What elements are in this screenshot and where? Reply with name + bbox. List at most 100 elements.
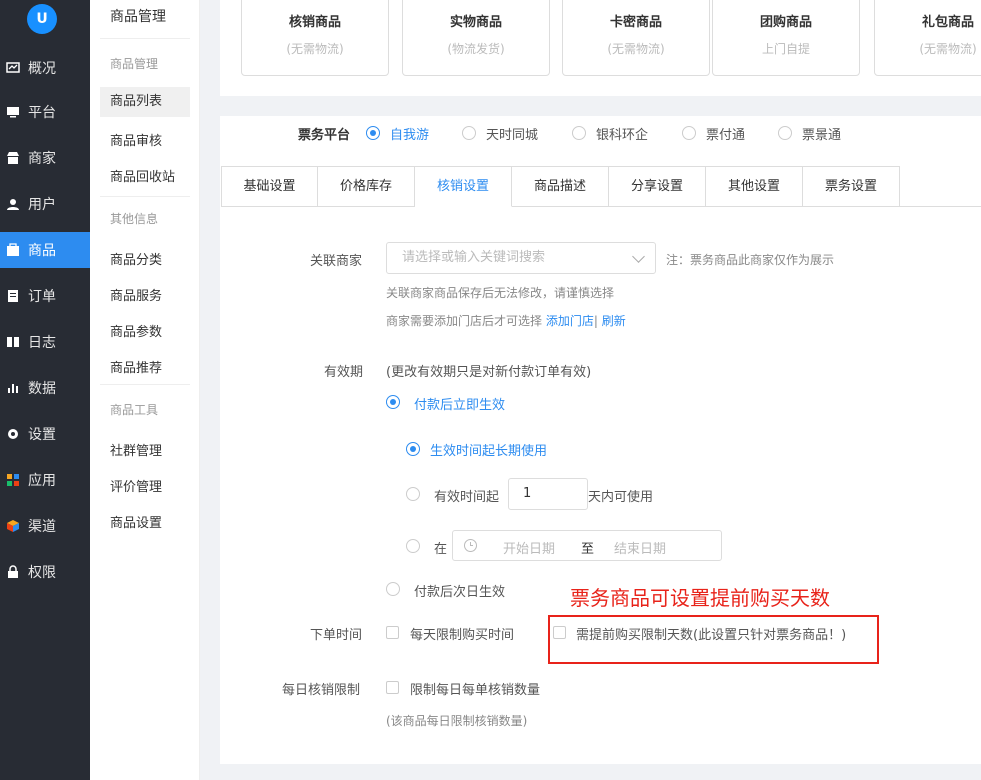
- subnav-item-comments[interactable]: 评价管理: [110, 476, 162, 495]
- nav-item-log[interactable]: 日志: [0, 324, 90, 360]
- merchant-select[interactable]: 请选择或输入关键词搜索: [386, 242, 656, 274]
- date-range-picker[interactable]: 开始日期 至 结束日期: [452, 530, 722, 561]
- nav-item-order[interactable]: 订单: [0, 278, 90, 314]
- type-card-card-key[interactable]: 卡密商品 (无需物流): [562, 0, 710, 76]
- nav-item-goods[interactable]: 商品: [0, 232, 90, 268]
- validity-option-days[interactable]: 有效时间起: [434, 486, 499, 505]
- nav-item-apps[interactable]: 应用: [0, 462, 90, 498]
- advance-days-option[interactable]: 需提前购买限制天数(此设置只针对票务商品！): [576, 624, 846, 643]
- nav-item-merchant[interactable]: 商家: [0, 140, 90, 176]
- start-date-input[interactable]: 开始日期: [503, 538, 555, 557]
- gear-icon: [6, 427, 20, 441]
- tab-share[interactable]: 分享设置: [609, 166, 706, 207]
- nav-label: 平台: [28, 105, 56, 121]
- validity-radio-next-day[interactable]: [386, 582, 400, 596]
- nav-label: 订单: [28, 289, 56, 305]
- nav-label: 商品: [28, 243, 56, 259]
- type-card-group-buy[interactable]: 团购商品 上门自提: [712, 0, 860, 76]
- app-logo[interactable]: U: [27, 4, 57, 34]
- type-card-title: 团购商品: [759, 15, 812, 30]
- daily-limit-checkbox[interactable]: [386, 626, 399, 639]
- subnav-group-label: 商品工具: [110, 403, 159, 417]
- platform-radio[interactable]: [778, 126, 792, 140]
- subnav-item-goods-review[interactable]: 商品审核: [110, 130, 162, 149]
- subnav-item-recommend[interactable]: 商品推荐: [110, 357, 162, 376]
- nav-label: 商家: [28, 151, 56, 167]
- goods-type-panel: 核销商品 (无需物流) 实物商品 (物流发货) 卡密商品 (无需物流) 团购商品…: [220, 0, 981, 96]
- tab-ticket[interactable]: 票务设置: [803, 166, 900, 207]
- subnav-item-service[interactable]: 商品服务: [110, 285, 162, 304]
- validity-desc: (更改有效期只是对新付款订单有效): [386, 365, 592, 380]
- platform-option[interactable]: 票景通: [802, 124, 841, 143]
- tab-basic[interactable]: 基础设置: [221, 166, 318, 207]
- main-sidebar: U 概况 平台 商家 用户 商品 订单 日志 数据 设置 应用 渠道 权限: [0, 0, 90, 780]
- subnav-group-label: 其他信息: [110, 212, 159, 226]
- type-card-physical[interactable]: 实物商品 (物流发货): [402, 0, 550, 76]
- nav-item-platform[interactable]: 平台: [0, 94, 90, 130]
- tab-other[interactable]: 其他设置: [706, 166, 803, 207]
- nav-item-settings[interactable]: 设置: [0, 416, 90, 452]
- nav-label: 用户: [28, 197, 56, 213]
- merchant-select-placeholder: 请选择或输入关键词搜索: [402, 250, 546, 265]
- tab-price-stock[interactable]: 价格库存: [318, 166, 415, 207]
- validity-option-range[interactable]: 在: [434, 538, 447, 557]
- platform-option[interactable]: 票付通: [706, 124, 745, 143]
- nav-item-user[interactable]: 用户: [0, 186, 90, 222]
- platform-option[interactable]: 银科环企: [596, 124, 648, 143]
- tab-verify[interactable]: 核销设置: [415, 166, 512, 207]
- valid-days-input[interactable]: 1: [508, 478, 588, 510]
- tab-description[interactable]: 商品描述: [512, 166, 609, 207]
- type-card-gift[interactable]: 礼包商品 (无需物流): [874, 0, 981, 76]
- clock-icon: [464, 539, 477, 552]
- nav-item-data[interactable]: 数据: [0, 370, 90, 406]
- subnav-item-goods-list[interactable]: 商品列表: [100, 87, 190, 117]
- nav-item-permission[interactable]: 权限: [0, 554, 90, 590]
- add-store-link[interactable]: 添加门店: [546, 314, 594, 328]
- nav-item-channel[interactable]: 渠道: [0, 508, 90, 544]
- merchant-label: 关联商家: [310, 254, 363, 269]
- subnav-item-category[interactable]: 商品分类: [110, 249, 162, 268]
- advance-days-checkbox[interactable]: [553, 626, 566, 639]
- subnav-item-params[interactable]: 商品参数: [110, 321, 162, 340]
- type-card-title: 实物商品: [449, 15, 502, 30]
- link-separator: |: [593, 314, 598, 328]
- daily-limit-option[interactable]: 每天限制购买时间: [410, 624, 514, 643]
- validity-radio-days[interactable]: [406, 487, 420, 501]
- platform-radio[interactable]: [366, 126, 380, 140]
- nav-item-overview[interactable]: 概况: [0, 50, 90, 86]
- daily-verify-option[interactable]: 限制每日每单核销数量: [410, 679, 540, 698]
- validity-radio-immediate[interactable]: [386, 395, 400, 409]
- merchant-note: 注：票务商品此商家仅作为展示: [666, 253, 835, 267]
- validity-option-long[interactable]: 生效时间起长期使用: [430, 440, 547, 459]
- annotation-text: 票务商品可设置提前购买天数: [570, 586, 830, 610]
- nav-label: 数据: [28, 381, 56, 397]
- settings-tabs: 基础设置 价格库存 核销设置 商品描述 分享设置 其他设置 票务设置: [221, 166, 900, 207]
- refresh-link[interactable]: 刷新: [602, 314, 626, 328]
- subnav-group-label: 商品管理: [110, 57, 159, 71]
- order-icon: [6, 289, 20, 303]
- platform-radio[interactable]: [682, 126, 696, 140]
- platform-option[interactable]: 天时同城: [486, 124, 538, 143]
- log-icon: [6, 335, 20, 349]
- type-card-title: 礼包商品: [921, 15, 974, 30]
- subnav-item-goods-settings[interactable]: 商品设置: [110, 512, 162, 531]
- type-card-sub: 上门自提: [761, 42, 810, 56]
- subnav-item-goods-recycle[interactable]: 商品回收站: [110, 166, 175, 185]
- end-date-input[interactable]: 结束日期: [614, 538, 666, 557]
- apps-icon: [6, 473, 20, 487]
- validity-option-immediate[interactable]: 付款后立即生效: [414, 394, 505, 413]
- platform-radio[interactable]: [572, 126, 586, 140]
- daily-verify-label: 每日核销限制: [282, 683, 361, 698]
- subnav-title: 商品管理: [110, 9, 166, 25]
- platform-radio[interactable]: [462, 126, 476, 140]
- subnav-item-community[interactable]: 社群管理: [110, 440, 162, 459]
- validity-radio-range[interactable]: [406, 539, 420, 553]
- daily-verify-checkbox[interactable]: [386, 681, 399, 694]
- user-icon: [6, 197, 20, 211]
- validity-option-next-day[interactable]: 付款后次日生效: [414, 581, 505, 600]
- validity-radio-long[interactable]: [406, 442, 420, 456]
- nav-label: 应用: [28, 473, 56, 489]
- platform-option[interactable]: 自我游: [390, 124, 429, 143]
- type-card-verify[interactable]: 核销商品 (无需物流): [241, 0, 389, 76]
- form-panel: [220, 116, 981, 764]
